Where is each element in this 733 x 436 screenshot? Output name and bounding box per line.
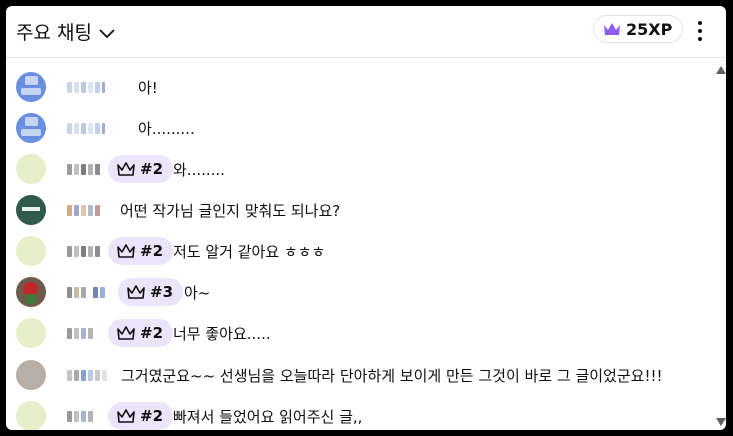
rank-label: #2 xyxy=(140,324,164,342)
message-text: 너무 좋아요..... xyxy=(173,325,271,343)
author-name[interactable] xyxy=(67,121,105,135)
scroll-down-arrow[interactable] xyxy=(716,418,726,426)
avatar[interactable] xyxy=(16,277,46,307)
more-vertical-icon[interactable] xyxy=(692,18,708,44)
xp-value: 25XP xyxy=(626,19,673,39)
avatar[interactable] xyxy=(16,360,46,390)
chat-message: #3 아~ xyxy=(6,271,711,311)
rank-label: #2 xyxy=(140,242,164,260)
chat-message: #2 빠져서 들었어요 읽어주신 글,, xyxy=(6,395,711,430)
crown-outline-icon xyxy=(117,244,135,258)
avatar[interactable] xyxy=(16,401,46,430)
rank-label: #2 xyxy=(140,160,164,178)
rank-label: #2 xyxy=(140,407,164,425)
chat-message: #2 너무 좋아요..... xyxy=(6,312,711,352)
author-name[interactable] xyxy=(67,326,93,340)
crown-outline-icon xyxy=(127,285,145,299)
crown-outline-icon xyxy=(117,162,135,176)
message-text: 빠져서 들었어요 읽어주신 글,, xyxy=(173,408,363,426)
message-text: 저도 알거 같아요 ㅎㅎㅎ xyxy=(173,243,326,261)
scroll-up-arrow[interactable] xyxy=(716,66,726,74)
chat-message: 어떤 작가님 글인지 맞춰도 되나요? xyxy=(6,189,711,229)
chat-message: #2 저도 알거 같아요 ㅎㅎㅎ xyxy=(6,230,711,270)
message-text: 어떤 작가님 글인지 맞춰도 되나요? xyxy=(120,202,341,220)
author-name[interactable] xyxy=(67,244,100,258)
chat-message: #2 와........ xyxy=(6,148,711,188)
rank-label: #3 xyxy=(150,283,174,301)
avatar[interactable] xyxy=(16,318,46,348)
rank-badge: #2 xyxy=(108,237,174,265)
author-name[interactable] xyxy=(67,285,105,299)
chat-title: 주요 채팅 xyxy=(16,22,92,44)
author-name[interactable] xyxy=(67,409,93,423)
avatar[interactable] xyxy=(16,113,46,143)
message-text: 아! xyxy=(138,79,158,97)
chat-header: 주요 채팅 25XP xyxy=(6,6,726,58)
author-name[interactable] xyxy=(67,80,105,94)
chat-message: 아......... xyxy=(6,107,711,147)
avatar[interactable] xyxy=(16,195,46,225)
avatar[interactable] xyxy=(16,236,46,266)
message-text: 아~ xyxy=(184,284,211,302)
rank-badge: #3 xyxy=(118,278,184,306)
author-name[interactable] xyxy=(67,368,107,382)
message-text: 그거였군요~~ 선생님을 오늘따라 단아하게 보이게 만든 그것이 바로 그 글… xyxy=(121,367,663,385)
chat-message: 아! xyxy=(6,66,711,106)
message-text: 와........ xyxy=(173,161,225,179)
chat-message: 그거였군요~~ 선생님을 오늘따라 단아하게 보이게 만든 그것이 바로 그 글… xyxy=(6,354,711,394)
chat-panel: 주요 채팅 25XP 아! 아......... #2 와........ 어떤… xyxy=(6,6,726,430)
crown-outline-icon xyxy=(117,326,135,340)
rank-badge: #2 xyxy=(108,319,174,347)
avatar[interactable] xyxy=(16,72,46,102)
author-name[interactable] xyxy=(67,203,100,217)
message-text: 아......... xyxy=(138,120,195,138)
chat-mode-dropdown[interactable]: 주요 채팅 xyxy=(16,18,116,45)
crown-outline-icon xyxy=(117,409,135,423)
author-name[interactable] xyxy=(67,162,100,176)
rank-badge: #2 xyxy=(108,155,174,183)
chevron-down-icon xyxy=(99,28,115,38)
avatar[interactable] xyxy=(16,154,46,184)
rank-badge: #2 xyxy=(108,402,174,430)
crown-icon xyxy=(604,23,620,35)
xp-badge[interactable]: 25XP xyxy=(593,15,684,43)
